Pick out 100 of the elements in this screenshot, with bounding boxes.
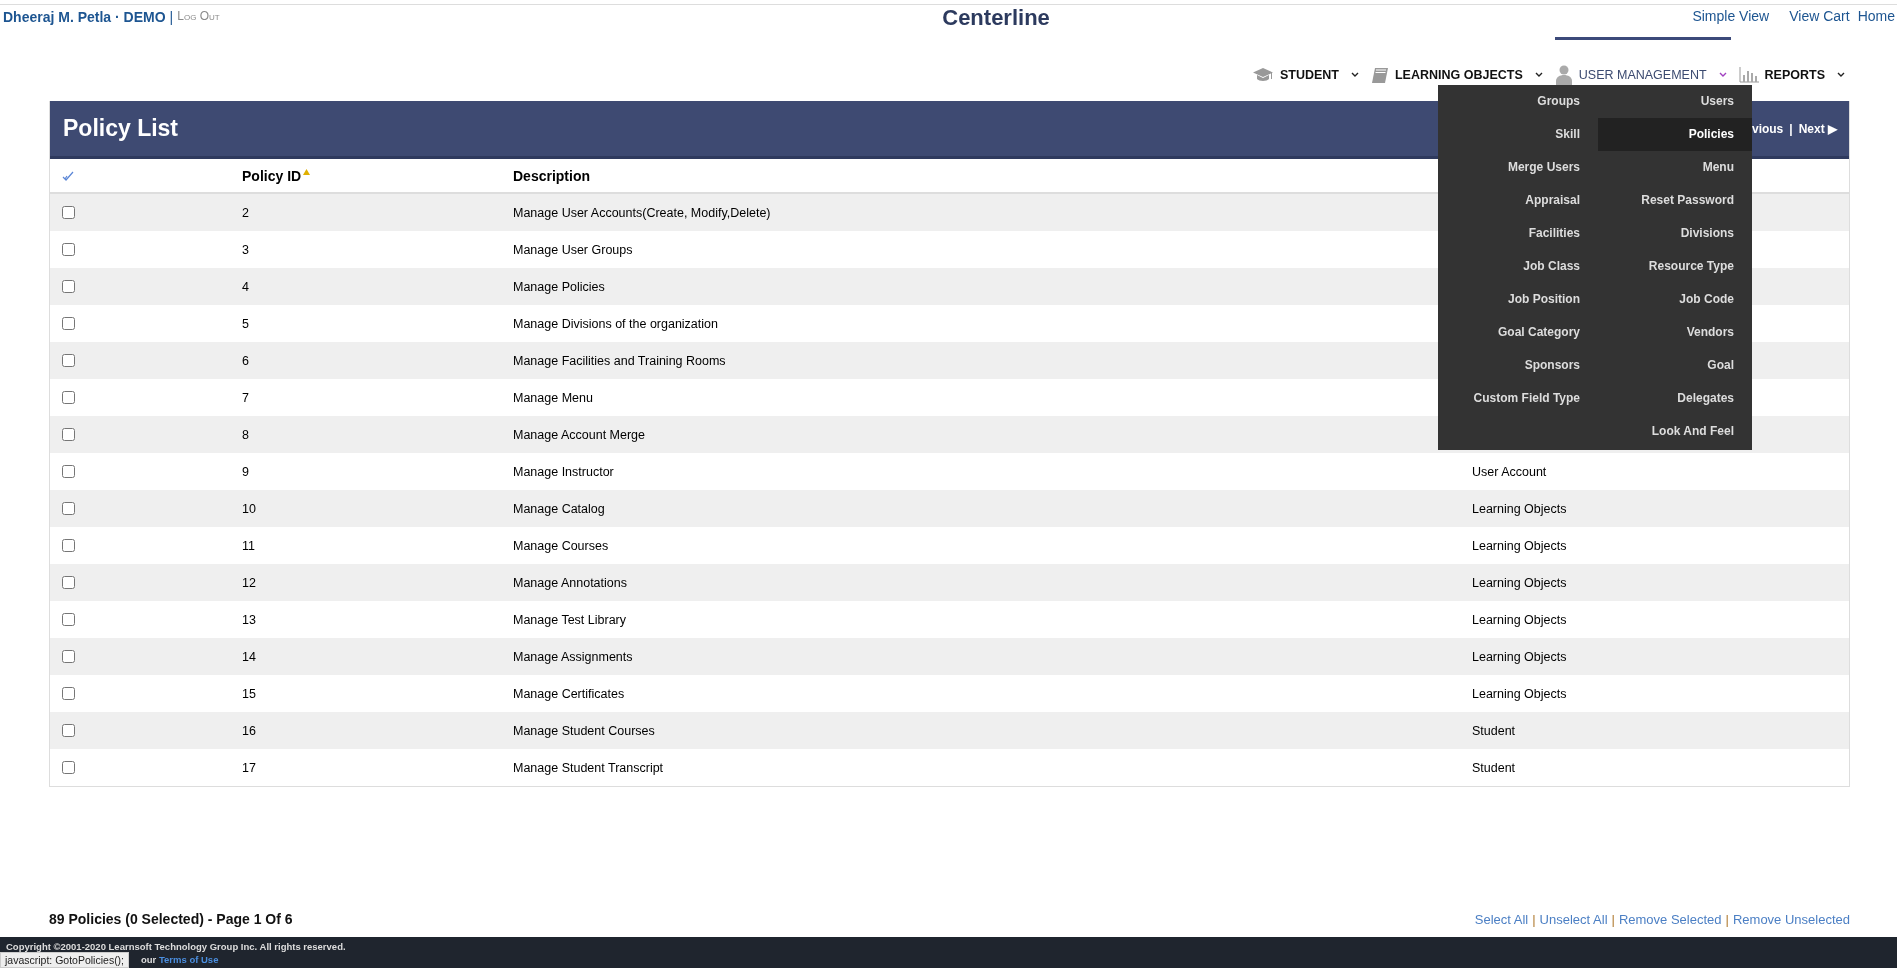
table-cell: Learning Objects <box>1472 501 1567 516</box>
row-checkbox[interactable] <box>62 687 75 700</box>
panel-title: Policy List <box>63 115 179 142</box>
menu-item[interactable]: Reset Password <box>1598 184 1752 217</box>
user-name: Dheeraj M. Petla · DEMO <box>3 9 166 25</box>
table-cell: 6 <box>242 353 249 368</box>
table-cell: Manage Certificates <box>513 686 625 701</box>
summary-text: 89 Policies (0 Selected) - Page 1 Of 6 <box>49 911 293 927</box>
table-cell: 11 <box>242 538 255 553</box>
nav-menu[interactable]: STUDENT <box>1251 65 1359 85</box>
menu-item[interactable]: Job Position <box>1438 283 1598 316</box>
menu-item[interactable]: Look And Feel <box>1598 415 1752 448</box>
row-checkbox[interactable] <box>62 317 75 330</box>
person-icon <box>1554 65 1573 85</box>
previous-link[interactable]: vious <box>1751 121 1784 136</box>
menu-item[interactable]: Users <box>1598 85 1752 118</box>
action-link[interactable]: Unselect All <box>1539 911 1608 927</box>
table-cell: 13 <box>242 612 256 627</box>
column-header[interactable]: Description <box>513 167 590 184</box>
graduation-cap-icon <box>1251 67 1274 83</box>
table-cell: 12 <box>242 575 256 590</box>
row-checkbox[interactable] <box>62 428 75 441</box>
next-link[interactable]: Next ▶ <box>1798 121 1837 136</box>
table-cell: Learning Objects <box>1472 538 1567 553</box>
row-checkbox[interactable] <box>62 650 75 663</box>
menu-item[interactable]: Goal <box>1598 349 1752 382</box>
row-checkbox[interactable] <box>62 354 75 367</box>
row-checkbox[interactable] <box>62 502 75 515</box>
table-cell: 15 <box>242 686 256 701</box>
table-cell: Learning Objects <box>1472 575 1567 590</box>
separator: | <box>1611 911 1615 927</box>
table-cell: Manage Student Courses <box>513 723 655 738</box>
separator: | <box>169 9 174 25</box>
table-cell: Manage Student Transcript <box>513 760 664 775</box>
chevron-icon <box>1350 72 1359 78</box>
action-link[interactable]: Remove Unselected <box>1732 911 1850 927</box>
top-link[interactable]: Simple View <box>1692 8 1770 24</box>
table-cell: Manage User Groups <box>513 242 633 257</box>
bar-chart-icon <box>1738 67 1759 83</box>
row-checkbox[interactable] <box>62 391 75 404</box>
menu-item[interactable]: Groups <box>1438 85 1598 118</box>
app-title: Centerline <box>942 5 1050 31</box>
table-cell: 7 <box>242 390 249 405</box>
table-cell: Learning Objects <box>1472 649 1567 664</box>
separator: | <box>1789 121 1793 136</box>
row-checkbox[interactable] <box>62 724 75 737</box>
row-checkbox[interactable] <box>62 576 75 589</box>
nav-menu[interactable]: LEARNING OBJECTS <box>1370 65 1543 85</box>
menu-item[interactable]: Resource Type <box>1598 250 1752 283</box>
row-checkbox[interactable] <box>62 539 75 552</box>
menu-item[interactable]: Facilities <box>1438 217 1598 250</box>
footer-text: our <box>141 954 157 965</box>
menu-item[interactable]: Menu <box>1598 151 1752 184</box>
table-cell: Manage Facilities and Training Rooms <box>513 353 726 368</box>
table-cell: Manage Instructor <box>513 464 614 479</box>
check-icon[interactable] <box>62 169 74 182</box>
menu-item[interactable]: Goal Category <box>1438 316 1598 349</box>
table-cell: 9 <box>242 464 249 479</box>
menu-item[interactable]: Vendors <box>1598 316 1752 349</box>
table-cell: Student <box>1472 723 1516 738</box>
menu-item[interactable]: Sponsors <box>1438 349 1598 382</box>
menu-item[interactable]: Custom Field Type <box>1438 382 1598 415</box>
menu-item[interactable]: Skill <box>1438 118 1598 151</box>
row-checkbox[interactable] <box>62 243 75 256</box>
separator: | <box>1532 911 1536 927</box>
separator: | <box>1725 911 1729 927</box>
table-cell: Manage Divisions of the organization <box>513 316 718 331</box>
table-cell: Manage User Accounts(Create, Modify,Delete) <box>513 205 771 220</box>
action-link[interactable]: Remove Selected <box>1618 911 1722 927</box>
row-checkbox[interactable] <box>62 280 75 293</box>
menu-item[interactable]: Policies <box>1598 118 1752 151</box>
menu-item[interactable]: Appraisal <box>1438 184 1598 217</box>
action-link[interactable]: Select All <box>1474 911 1529 927</box>
menu-item[interactable]: Divisions <box>1598 217 1752 250</box>
menu-item[interactable]: Merge Users <box>1438 151 1598 184</box>
terms-link[interactable]: Terms of Use <box>158 954 219 965</box>
top-link[interactable]: Home <box>1857 8 1895 24</box>
table-cell: Manage Policies <box>513 279 605 294</box>
table-cell: Manage Catalog <box>513 501 605 516</box>
table-cell: 5 <box>242 316 249 331</box>
row-checkbox[interactable] <box>62 206 75 219</box>
table-cell: Manage Account Merge <box>513 427 646 442</box>
column-header[interactable]: Policy ID <box>242 167 302 184</box>
menu-item[interactable]: Job Class <box>1438 250 1598 283</box>
table-cell: 4 <box>242 279 249 294</box>
nav-menu[interactable]: REPORTS <box>1738 65 1845 85</box>
row-checkbox[interactable] <box>62 465 75 478</box>
nav-menu[interactable]: USER MANAGEMENT <box>1554 65 1727 85</box>
table-cell: 3 <box>242 242 249 257</box>
table-cell: 8 <box>242 427 249 442</box>
table-cell: User Account <box>1472 464 1547 479</box>
top-link[interactable]: View Cart <box>1789 8 1850 24</box>
row-checkbox[interactable] <box>62 761 75 774</box>
book-icon <box>1370 66 1389 84</box>
menu-item[interactable]: Delegates <box>1598 382 1752 415</box>
logout-link[interactable]: Log Out <box>177 9 220 25</box>
menu-item[interactable]: Job Code <box>1598 283 1752 316</box>
table-cell: Manage Menu <box>513 390 593 405</box>
status-tooltip: javascript: GotoPolicies(); <box>0 952 130 968</box>
row-checkbox[interactable] <box>62 613 75 626</box>
